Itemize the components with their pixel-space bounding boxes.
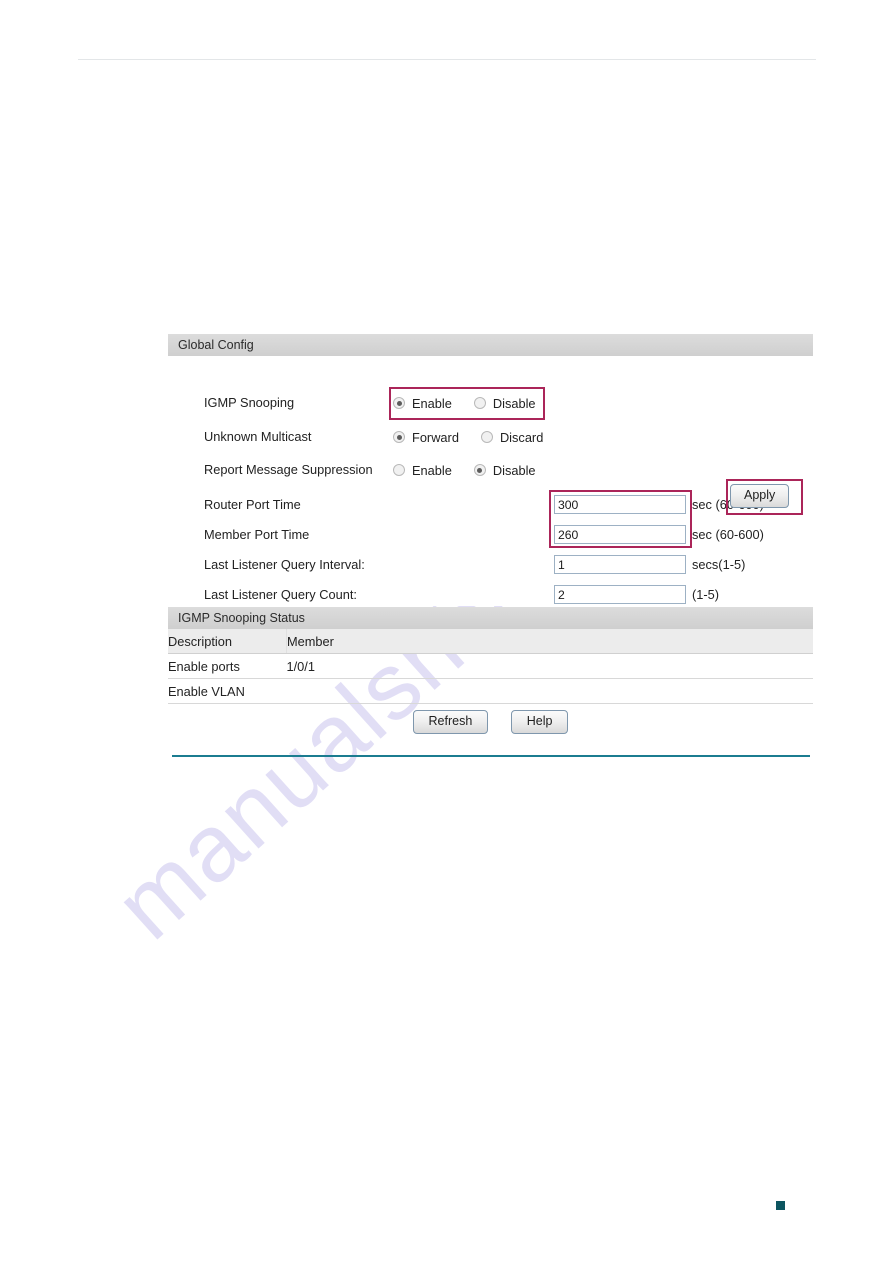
radio-button-icon[interactable] [393, 464, 405, 476]
row-last-listener-query-count: Last Listener Query Count: (1-5) [168, 582, 813, 608]
input-router-port-time[interactable] [554, 495, 686, 514]
label-unknown-multicast: Unknown Multicast [204, 429, 312, 444]
radio-label-igmp-disable: Disable [492, 395, 536, 411]
unit-member-port-time: sec (60-600) [692, 527, 764, 542]
radio-button-icon[interactable] [473, 397, 486, 409]
igmp-snooping-status-section: IGMP Snooping Status Description Member … [168, 607, 813, 704]
radio-label-multicast-discard: Discard [499, 429, 544, 445]
label-member-port-time: Member Port Time [204, 527, 310, 542]
table-row[interactable]: Enable ports 1/0/1 [168, 653, 813, 679]
radio-label-igmp-enable: Enable [412, 395, 452, 411]
radio-button-icon[interactable] [393, 397, 405, 409]
column-header-member: Member [286, 629, 813, 654]
radio-group-igmp-snooping[interactable]: Enable Disable [393, 390, 536, 416]
row-igmp-snooping: IGMP Snooping Enable Disable [168, 390, 813, 416]
refresh-button[interactable]: Refresh [412, 710, 489, 734]
column-header-description: Description [168, 629, 287, 654]
table-row[interactable]: Enable VLAN [168, 678, 813, 704]
radio-label-suppression-enable: Enable [412, 462, 452, 478]
input-last-listener-query-count[interactable] [554, 585, 686, 604]
cell-member: 1/0/1 [286, 653, 813, 679]
cell-description: Enable ports [168, 653, 287, 679]
row-unknown-multicast: Unknown Multicast Forward Discard [168, 424, 813, 450]
igmp-snooping-panel: Global Config IGMP Snooping Enable Disab… [168, 334, 813, 734]
unit-last-listener-query-count: (1-5) [692, 587, 720, 602]
row-router-port-time: Router Port Time sec (60-600) [168, 492, 813, 518]
apply-button-container: Apply [730, 484, 790, 508]
cell-member [286, 678, 813, 704]
radio-label-multicast-forward: Forward [412, 429, 459, 445]
radio-option-suppression-enable[interactable]: Enable [393, 463, 452, 478]
page-corner-marker [776, 1201, 785, 1210]
label-last-listener-query-count: Last Listener Query Count: [204, 587, 357, 602]
input-last-listener-query-interval[interactable] [554, 555, 686, 574]
cell-description: Enable VLAN [168, 678, 287, 704]
status-section-header: IGMP Snooping Status [168, 607, 813, 629]
radio-option-suppression-disable[interactable]: Disable [473, 462, 536, 478]
radio-group-unknown-multicast[interactable]: Forward Discard [393, 424, 543, 450]
global-config-body: IGMP Snooping Enable Disable Unknown Mul… [168, 356, 813, 606]
status-table: Description Member Enable ports 1/0/1 En… [168, 629, 813, 704]
row-member-port-time: Member Port Time sec (60-600) [168, 522, 813, 548]
radio-option-multicast-forward[interactable]: Forward [393, 430, 459, 445]
label-report-message-suppression: Report Message Suppression [204, 462, 373, 477]
radio-group-report-message-suppression[interactable]: Enable Disable [393, 457, 536, 483]
label-router-port-time: Router Port Time [204, 497, 301, 512]
footer-button-bar: Refresh Help [168, 710, 813, 734]
radio-option-igmp-disable[interactable]: Disable [473, 395, 536, 411]
apply-button[interactable]: Apply [730, 484, 790, 508]
input-member-port-time[interactable] [554, 525, 686, 544]
radio-button-icon[interactable] [393, 431, 405, 443]
radio-label-suppression-disable: Disable [492, 462, 536, 478]
bottom-teal-divider [172, 755, 810, 757]
help-button[interactable]: Help [510, 710, 569, 734]
global-config-section-header: Global Config [168, 334, 813, 356]
table-header-row: Description Member [168, 629, 813, 654]
radio-button-icon[interactable] [473, 464, 486, 476]
row-last-listener-query-interval: Last Listener Query Interval: secs(1-5) [168, 552, 813, 578]
radio-option-igmp-enable[interactable]: Enable [393, 396, 452, 411]
label-igmp-snooping: IGMP Snooping [204, 395, 295, 410]
label-last-listener-query-interval: Last Listener Query Interval: [204, 557, 365, 572]
row-report-message-suppression: Report Message Suppression Enable Disabl… [168, 457, 813, 483]
unit-last-listener-query-interval: secs(1-5) [692, 557, 746, 572]
radio-option-multicast-discard[interactable]: Discard [480, 429, 544, 445]
radio-button-icon[interactable] [480, 431, 493, 443]
top-divider [78, 59, 816, 60]
